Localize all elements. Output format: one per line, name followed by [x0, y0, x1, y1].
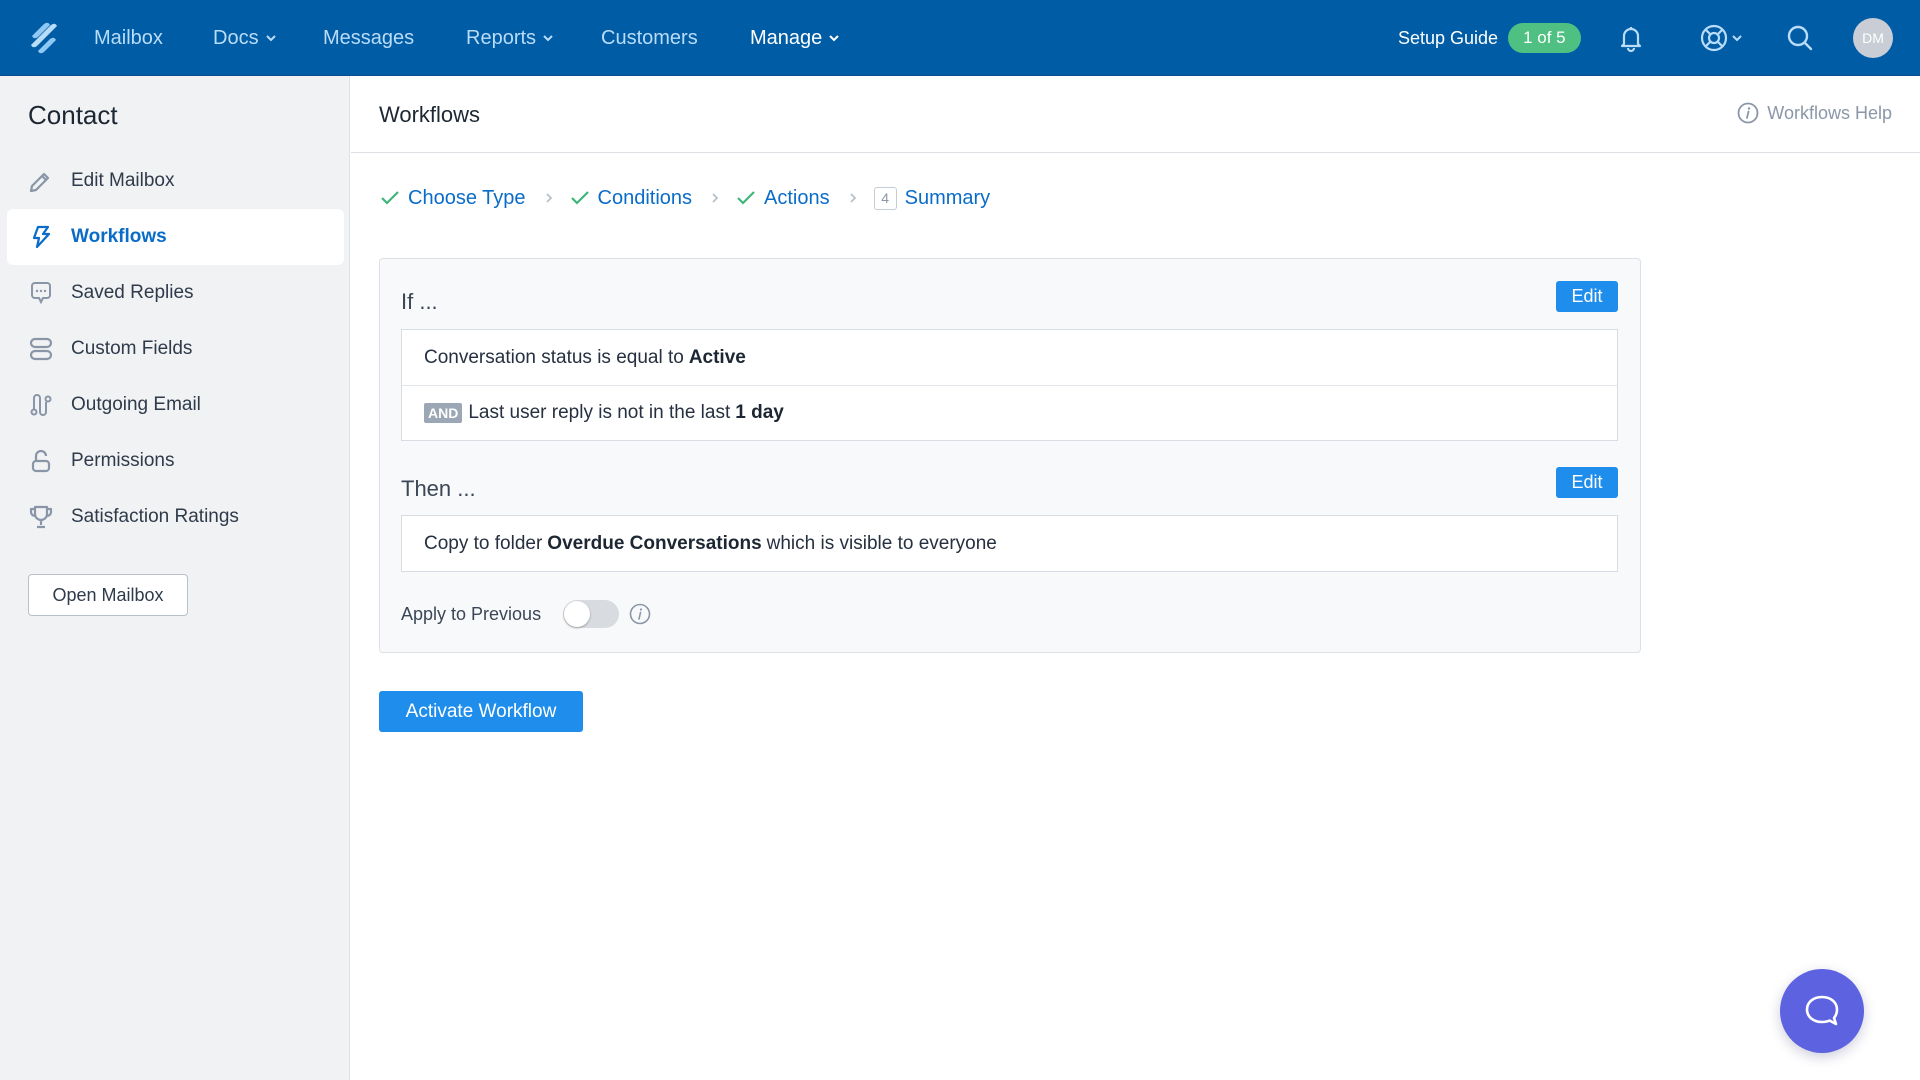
checkmark-icon — [737, 191, 755, 205]
then-section-label: Then ... — [401, 476, 476, 501]
sidebar-item-label: Saved Replies — [71, 282, 194, 303]
condition-value: Active — [688, 346, 746, 368]
info-icon — [1737, 102, 1759, 124]
sidebar-item-saved-replies[interactable]: Saved Replies — [7, 265, 344, 321]
chevron-down-icon — [829, 35, 839, 42]
page-title: Workflows — [379, 102, 481, 127]
setup-guide-progress-badge: 1 of 5 — [1508, 23, 1581, 53]
chat-icon — [1805, 995, 1839, 1026]
step-number-badge: 4 — [873, 186, 897, 210]
sidebar-item-label: Outgoing Email — [71, 394, 201, 415]
chevron-right-icon — [545, 193, 552, 203]
step-label: Conditions — [597, 186, 693, 209]
sidebar-title: Contact — [28, 100, 118, 130]
sidebar-item-label: Satisfaction Ratings — [71, 506, 239, 527]
activate-workflow-button[interactable]: Activate Workflow — [379, 691, 583, 732]
pencil-icon — [29, 172, 50, 193]
nav-label: Reports — [466, 27, 537, 49]
fields-icon — [29, 337, 53, 361]
setup-guide-label: Setup Guide — [1398, 27, 1499, 48]
sidebar-item-label: Custom Fields — [71, 338, 193, 359]
nav-mailbox[interactable]: Mailbox — [94, 0, 163, 76]
step-actions[interactable]: Actions — [736, 187, 830, 210]
nav-manage[interactable]: Manage — [750, 0, 840, 76]
conditions-list: Conversation status is equal to Active A… — [401, 329, 1618, 441]
step-label: Actions — [764, 186, 830, 209]
info-icon[interactable] — [629, 603, 651, 625]
actions-list: Copy to folder Overdue Conversations whi… — [401, 515, 1618, 572]
step-summary[interactable]: 4 Summary — [873, 186, 991, 210]
setup-guide[interactable]: Setup Guide 1 of 5 — [1398, 0, 1581, 76]
trophy-icon — [29, 505, 53, 529]
chevron-right-icon — [849, 193, 856, 203]
sidebar-item-label: Permissions — [71, 450, 175, 471]
checkmark-icon — [570, 191, 589, 205]
action-text: Copy to folder — [424, 532, 543, 554]
chevron-down-icon — [265, 35, 276, 42]
edit-actions-button[interactable]: Edit — [1556, 467, 1618, 498]
apply-to-previous-label: Apply to Previous — [401, 603, 542, 624]
toggle-knob — [564, 601, 591, 627]
bell-icon[interactable] — [1615, 22, 1647, 54]
and-operator-badge: AND — [424, 403, 463, 423]
condition-row: AND Last user reply is not in the last 1… — [402, 385, 1617, 440]
nav-messages[interactable]: Messages — [323, 0, 414, 76]
chevron-down-icon — [543, 35, 553, 42]
action-suffix: which is visible to everyone — [766, 532, 997, 554]
sidebar-item-custom-fields[interactable]: Custom Fields — [7, 321, 344, 377]
sidebar-item-workflows[interactable]: Workflows — [7, 209, 344, 265]
top-navigation-bar: Mailbox Docs Messages Reports Customers … — [0, 0, 1920, 76]
workflow-summary-panel: If ... Edit Conversation status is equal… — [379, 258, 1641, 653]
nav-label: Messages — [323, 27, 415, 49]
apply-to-previous-row: Apply to Previous — [401, 599, 651, 629]
sidebar-item-satisfaction-ratings[interactable]: Satisfaction Ratings — [7, 489, 344, 545]
nav-label: Mailbox — [94, 27, 163, 49]
sidebar-item-edit-mailbox[interactable]: Edit Mailbox — [7, 153, 344, 209]
condition-text: Last user reply is not in the last — [468, 402, 731, 423]
help-link-label: Workflows Help — [1767, 102, 1892, 123]
route-icon — [30, 394, 52, 416]
helpscout-logo-icon[interactable] — [28, 20, 60, 56]
workflow-steps: Choose Type Conditions Actions 4 Summary — [380, 184, 990, 212]
user-avatar[interactable]: DM — [1853, 18, 1893, 58]
nav-customers[interactable]: Customers — [601, 0, 698, 76]
chat-bubble-icon — [31, 282, 51, 305]
nav-reports[interactable]: Reports — [466, 0, 554, 76]
sidebar: Contact Edit Mailbox Workflows Saved Rep… — [0, 76, 350, 1080]
open-mailbox-button[interactable]: Open Mailbox — [28, 574, 188, 616]
step-conditions[interactable]: Conditions — [570, 186, 693, 210]
step-label: Choose Type — [408, 186, 526, 209]
apply-to-previous-toggle[interactable] — [563, 600, 620, 628]
sidebar-item-label: Workflows — [71, 226, 167, 247]
help-lifebuoy-icon[interactable] — [1698, 22, 1748, 54]
search-icon[interactable] — [1784, 22, 1816, 54]
if-section-label: If ... — [401, 289, 438, 314]
step-label: Summary — [904, 186, 991, 209]
workflows-help-link[interactable]: Workflows Help — [1737, 102, 1892, 124]
nav-docs[interactable]: Docs — [213, 0, 277, 76]
condition-row: Conversation status is equal to Active — [402, 330, 1617, 385]
action-folder-name: Overdue Conversations — [547, 532, 762, 554]
nav-label: Docs — [213, 27, 259, 49]
checkmark-icon — [381, 191, 399, 205]
edit-conditions-button[interactable]: Edit — [1556, 281, 1618, 312]
nav-label: Customers — [601, 27, 698, 49]
step-choose-type[interactable]: Choose Type — [380, 187, 526, 210]
sidebar-item-outgoing-email[interactable]: Outgoing Email — [7, 377, 344, 433]
sidebar-item-label: Edit Mailbox — [71, 170, 175, 191]
lightning-icon — [32, 225, 51, 249]
main-header: Workflows Workflows Help — [351, 76, 1920, 153]
chat-widget-button[interactable] — [1780, 969, 1864, 1053]
unlock-icon — [31, 449, 51, 473]
condition-text: Conversation status is equal to — [424, 346, 684, 368]
chevron-right-icon — [712, 193, 719, 203]
nav-label: Manage — [750, 27, 823, 49]
sidebar-item-permissions[interactable]: Permissions — [7, 433, 344, 489]
condition-value: 1 day — [735, 402, 784, 423]
action-row: Copy to folder Overdue Conversations whi… — [402, 516, 1617, 571]
